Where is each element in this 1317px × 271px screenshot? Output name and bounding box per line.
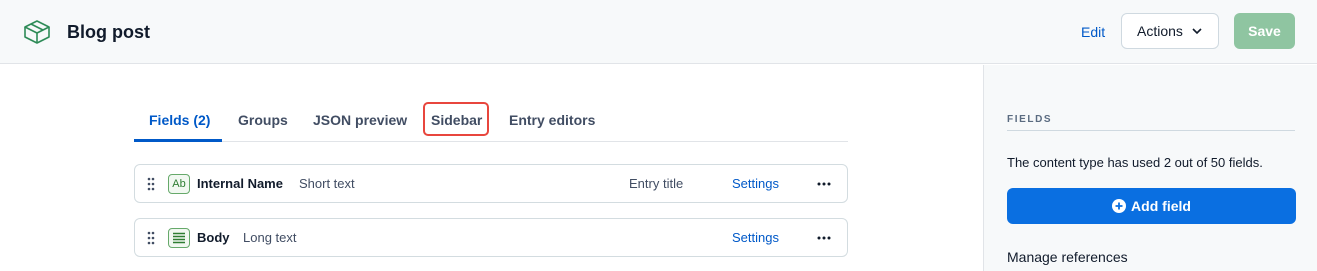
highlight-box bbox=[423, 102, 489, 136]
short-text-icon: Ab bbox=[168, 174, 190, 194]
page-title: Blog post bbox=[67, 22, 150, 42]
save-button[interactable]: Save bbox=[1234, 13, 1295, 49]
more-options-icon[interactable] bbox=[815, 175, 833, 193]
drag-handle-icon[interactable] bbox=[147, 231, 155, 245]
field-row-internal-name[interactable]: Ab Internal Name Short text Entry title … bbox=[134, 164, 848, 203]
sidebar: FIELDS The content type has used 2 out o… bbox=[983, 65, 1317, 271]
long-text-icon bbox=[168, 228, 190, 248]
header: Blog post Edit Actions Save bbox=[0, 0, 1317, 64]
tab-groups[interactable]: Groups bbox=[238, 112, 288, 128]
tab-bar: Fields (2) Groups JSON preview Sidebar E… bbox=[134, 100, 848, 142]
add-field-button[interactable]: Add field bbox=[1007, 188, 1296, 224]
field-usage-text: The content type has used 2 out of 50 fi… bbox=[1007, 155, 1263, 170]
edit-link[interactable]: Edit bbox=[1081, 23, 1105, 41]
settings-link[interactable]: Settings bbox=[732, 176, 779, 192]
chevron-down-icon bbox=[1192, 28, 1202, 35]
actions-label: Actions bbox=[1137, 23, 1183, 39]
more-options-icon[interactable] bbox=[815, 229, 833, 247]
plus-circle-icon bbox=[1112, 199, 1127, 213]
content-type-icon bbox=[24, 20, 50, 44]
field-name: Body bbox=[197, 230, 230, 245]
add-field-label: Add field bbox=[1131, 198, 1191, 214]
actions-button[interactable]: Actions bbox=[1121, 13, 1219, 49]
settings-link[interactable]: Settings bbox=[732, 230, 779, 246]
sidebar-heading: FIELDS bbox=[1007, 114, 1053, 125]
active-tab-indicator bbox=[134, 139, 222, 142]
manage-references-heading: Manage references bbox=[1007, 249, 1128, 265]
field-name: Internal Name bbox=[197, 176, 283, 191]
field-row-body[interactable]: Body Long text Settings bbox=[134, 218, 848, 257]
entry-title-badge: Entry title bbox=[629, 176, 684, 191]
tab-fields[interactable]: Fields (2) bbox=[149, 112, 210, 128]
tab-json-preview[interactable]: JSON preview bbox=[313, 112, 407, 128]
divider bbox=[1007, 130, 1295, 131]
tab-entry-editors[interactable]: Entry editors bbox=[509, 112, 595, 128]
field-type: Short text bbox=[299, 176, 355, 191]
field-type: Long text bbox=[243, 230, 297, 245]
drag-handle-icon[interactable] bbox=[147, 177, 155, 191]
